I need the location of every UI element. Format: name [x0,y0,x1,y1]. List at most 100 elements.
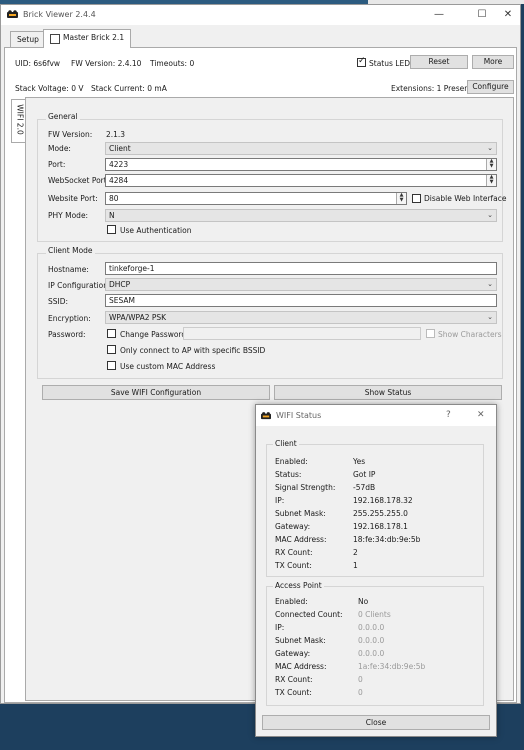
mode-select-value: Client [109,144,131,153]
dialog-title-bar: WIFI Status ? ✕ [256,405,496,426]
status-row-value: 1a:fe:34:db:9e:5b [358,662,426,671]
status-row-label: Enabled: [275,597,308,606]
fw-version-label: FW Version: 2.4.10 [71,59,142,68]
status-row-value: -57dB [353,483,376,492]
phy-mode-value: N [109,211,115,220]
dialog-close-icon[interactable]: ✕ [477,410,485,420]
status-row-label: Subnet Mask: [275,636,326,645]
maximize-icon[interactable]: ☐ [472,8,492,22]
status-row-label: Signal Strength: [275,483,336,492]
website-spin-arrows-icon[interactable]: ▲ ▼ [396,193,406,204]
website-port-spinbox[interactable]: 80 ▲ ▼ [105,192,407,205]
disable-web-interface-checkbox[interactable] [412,194,421,203]
status-led-label: Status LED [369,59,410,68]
status-row-value: 0 Clients [358,610,391,619]
phy-mode-select[interactable]: N ⌄ [105,209,497,222]
timeouts-label: Timeouts: 0 [150,59,195,68]
status-led-checkbox[interactable] [357,56,366,67]
tab-master-brick[interactable]: Master Brick 2.1 [43,29,132,48]
disable-web-interface-label: Disable Web Interface [424,194,507,203]
status-row-value: 0 [358,688,363,697]
custom-mac-checkbox[interactable] [107,361,116,370]
status-row-value: Got IP [353,470,376,479]
show-status-button[interactable]: Show Status [274,385,502,400]
status-row-value: 18:fe:34:db:9e:5b [353,535,421,544]
configure-button[interactable]: Configure [467,80,514,94]
port-spinbox[interactable]: 4223 ▲ ▼ [105,158,497,171]
status-row-value: No [358,597,369,606]
status-row-label: Connected Count: [275,610,343,619]
ip-configuration-label: IP Configuration: [48,281,111,290]
save-wifi-configuration-button[interactable]: Save WIFI Configuration [42,385,270,400]
websocket-spin-arrows-icon[interactable]: ▲ ▼ [486,175,496,186]
extensions-label: Extensions: 1 Present [391,84,472,93]
fw-version-value: 2.1.3 [106,130,126,139]
status-row-value: 192.168.178.32 [353,496,413,505]
brick-app-icon [7,10,18,18]
more-button[interactable]: More [472,55,514,69]
chevron-down-icon: ⌄ [487,280,493,288]
title-bar: Brick Viewer 2.4.4 — ☐ ✕ [1,5,520,25]
status-row-label: TX Count: [275,688,312,697]
websocket-port-spinbox[interactable]: 4284 ▲ ▼ [105,174,497,187]
window-title: Brick Viewer 2.4.4 [23,10,96,19]
website-port-value: 80 [109,194,119,203]
stack-current-label: Stack Current: 0 mA [91,84,167,93]
wifi-status-dialog: WIFI Status ? ✕ Client Enabled: Yes Status… [255,404,497,737]
status-row-label: Status: [275,470,302,479]
brick-tab-icon [50,34,60,44]
status-row-label: Enabled: [275,457,308,466]
tab-setup[interactable]: Setup [10,31,46,47]
mode-label: Mode: [48,144,71,153]
status-row-value: 0.0.0.0 [358,636,385,645]
status-row-label: Gateway: [275,522,311,531]
hostname-field[interactable]: tinkeforge-1 [105,262,497,275]
encryption-select[interactable]: WPA/WPA2 PSK ⌄ [105,311,497,324]
use-authentication-checkbox[interactable] [107,225,116,234]
ssid-field[interactable]: SESAM [105,294,497,307]
custom-mac-label: Use custom MAC Address [120,362,216,371]
status-row-label: TX Count: [275,561,312,570]
status-row-value: 2 [353,548,358,557]
status-row-value: 192.168.178.1 [353,522,408,531]
minimize-icon[interactable]: — [429,8,449,22]
close-icon[interactable]: ✕ [498,8,518,22]
port-label: Port: [48,160,66,169]
status-row-value: 255.255.255.0 [353,509,408,518]
client-mode-group-title: Client Mode [46,246,95,255]
status-row-value: 1 [353,561,358,570]
stack-voltage-label: Stack Voltage: 0 V [15,84,84,93]
status-row-value: 0 [358,675,363,684]
chevron-down-icon: ⌄ [487,144,493,152]
close-button[interactable]: Close [262,715,490,730]
bssid-checkbox[interactable] [107,345,116,354]
encryption-label: Encryption: [48,314,91,323]
websocket-port-label: WebSocket Port: [48,176,110,185]
tab-wifi-label: WIFI 2.0 [15,104,25,135]
change-password-label: Change Password [120,330,187,339]
websocket-port-value: 4284 [109,176,129,185]
ssid-label: SSID: [48,297,69,306]
encryption-value: WPA/WPA2 PSK [109,313,167,322]
use-authentication-label: Use Authentication [120,226,192,235]
status-row-label: Gateway: [275,649,311,658]
help-icon[interactable]: ? [446,410,451,420]
reset-button[interactable]: Reset [410,55,468,69]
access-point-title: Access Point [273,581,324,590]
uid-label: UID: 6s6fvw [15,59,61,68]
fw-version-field-label: FW Version: [48,130,93,139]
tab-wifi-2-0[interactable]: WIFI 2.0 [11,99,26,143]
status-row-label: MAC Address: [275,662,327,671]
chevron-down-icon: ⌄ [487,211,493,219]
mode-select[interactable]: Client ⌄ [105,142,497,155]
change-password-checkbox[interactable] [107,329,116,338]
password-label: Password: [48,330,86,339]
status-row-label: RX Count: [275,675,313,684]
ip-configuration-select[interactable]: DHCP ⌄ [105,278,497,291]
client-status-title: Client [273,439,299,448]
status-row-label: IP: [275,496,285,505]
website-port-label: Website Port: [48,194,98,203]
status-row-label: RX Count: [275,548,313,557]
port-spin-arrows-icon[interactable]: ▲ ▼ [486,159,496,170]
dialog-title: WIFI Status [276,411,322,420]
